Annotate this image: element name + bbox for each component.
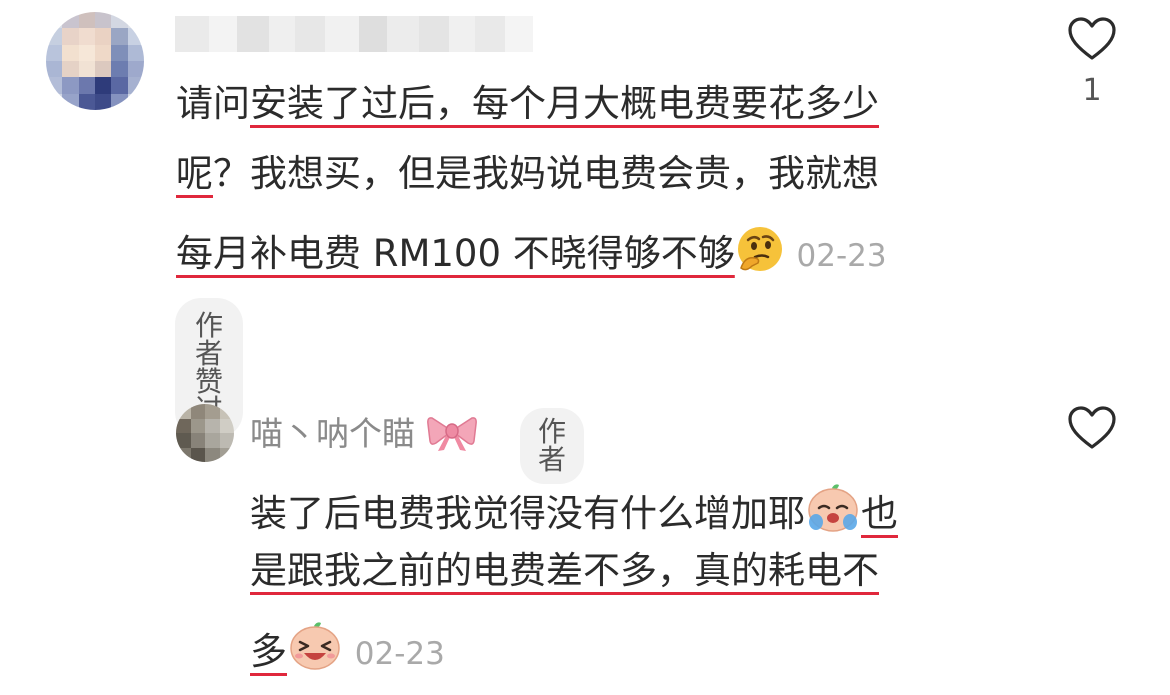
comment-text-line: 请问安装了过后，每个月大概电费要花多少 bbox=[176, 82, 879, 125]
timestamp: 02-23 bbox=[354, 636, 445, 672]
heart-outline-icon[interactable] bbox=[1067, 16, 1117, 62]
like-button[interactable]: 1 bbox=[1066, 16, 1118, 106]
reply-username[interactable]: 喵丶呐个瞄 bbox=[250, 413, 478, 458]
reply-text-line: 是跟我之前的电费差不多，真的耗电不 bbox=[250, 549, 879, 592]
pink-bow-emoji bbox=[426, 413, 478, 458]
laughing-face-emoji bbox=[287, 620, 343, 678]
thinking-face-emoji bbox=[735, 224, 785, 280]
reply-text-line: 多 02-23 bbox=[250, 620, 445, 678]
author-badge: 作者 bbox=[520, 408, 585, 484]
heart-outline-icon[interactable] bbox=[1067, 405, 1117, 451]
reply-like-button[interactable] bbox=[1066, 405, 1118, 451]
like-count: 1 bbox=[1082, 73, 1102, 108]
crying-face-emoji bbox=[805, 482, 861, 540]
username-redacted[interactable] bbox=[175, 16, 533, 52]
comment-text-line: 呢？我想买，但是我妈说电费会贵，我就想 bbox=[176, 152, 879, 195]
timestamp: 02-23 bbox=[796, 238, 887, 274]
reply-text-line: 装了后电费我觉得没有什么增加耶 也 bbox=[250, 482, 898, 540]
comment-text-line: 每月补电费 RM100 不晓得够不够 02-23 bbox=[176, 224, 887, 280]
avatar[interactable] bbox=[46, 12, 144, 110]
reply-avatar[interactable] bbox=[176, 404, 234, 462]
